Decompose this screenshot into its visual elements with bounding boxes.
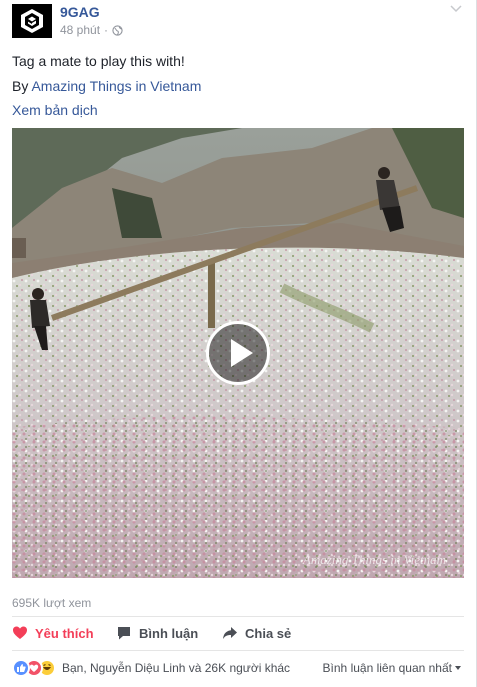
- meta-separator: ·: [104, 23, 109, 37]
- byline-prefix: By: [12, 78, 32, 94]
- play-icon: [231, 339, 253, 367]
- reaction-icons[interactable]: [12, 659, 66, 677]
- globe-icon: [112, 24, 123, 36]
- share-button[interactable]: Chia sẻ: [222, 622, 291, 644]
- post-actions: Yêu thích Bình luận Chia sẻ: [12, 622, 464, 646]
- post-timestamp[interactable]: 48 phút: [60, 23, 100, 37]
- page-name-link[interactable]: 9GAG: [60, 4, 100, 20]
- view-count: 695K lượt xem: [12, 596, 92, 610]
- post-header: 9GAG 48 phút ·: [12, 4, 467, 38]
- reaction-summary[interactable]: Bạn, Nguyễn Diệu Linh và 26K người khác: [62, 661, 290, 675]
- chevron-down-icon[interactable]: [449, 2, 463, 16]
- see-translation-link[interactable]: Xem bản dịch: [12, 101, 98, 119]
- share-icon: [223, 627, 237, 639]
- video-watermark: Amazing Things in Vietnam: [302, 552, 446, 567]
- page-avatar[interactable]: [12, 4, 52, 38]
- comment-label: Bình luận: [139, 625, 199, 641]
- post-message: Tag a mate to play this with!: [12, 53, 185, 69]
- comment-button[interactable]: Bình luận: [116, 622, 198, 644]
- video-player[interactable]: Amazing Things in Vietnam: [12, 128, 464, 578]
- like-reaction-icon: [12, 659, 30, 677]
- comment-sort-dropdown[interactable]: Bình luận liên quan nhất: [323, 661, 461, 675]
- divider: [12, 616, 464, 617]
- share-label: Chia sẻ: [245, 625, 292, 641]
- post-byline: By Amazing Things in Vietnam: [12, 77, 201, 95]
- divider: [12, 650, 464, 651]
- play-button[interactable]: [206, 321, 270, 385]
- heart-icon: [13, 626, 27, 639]
- 9gag-logo-icon: [21, 9, 43, 33]
- byline-source-link[interactable]: Amazing Things in Vietnam: [31, 78, 201, 94]
- reactions-bar: Bạn, Nguyễn Diệu Linh và 26K người khác …: [12, 657, 467, 679]
- like-label: Yêu thích: [35, 625, 94, 641]
- comment-icon: [118, 627, 130, 640]
- post-card: 9GAG 48 phút · Tag a mate to play this w…: [0, 0, 477, 687]
- post-meta: 48 phút ·: [60, 23, 123, 37]
- comment-sort-label: Bình luận liên quan nhất: [322, 661, 452, 675]
- like-button[interactable]: Yêu thích: [12, 622, 94, 644]
- caret-down-icon: [455, 666, 461, 670]
